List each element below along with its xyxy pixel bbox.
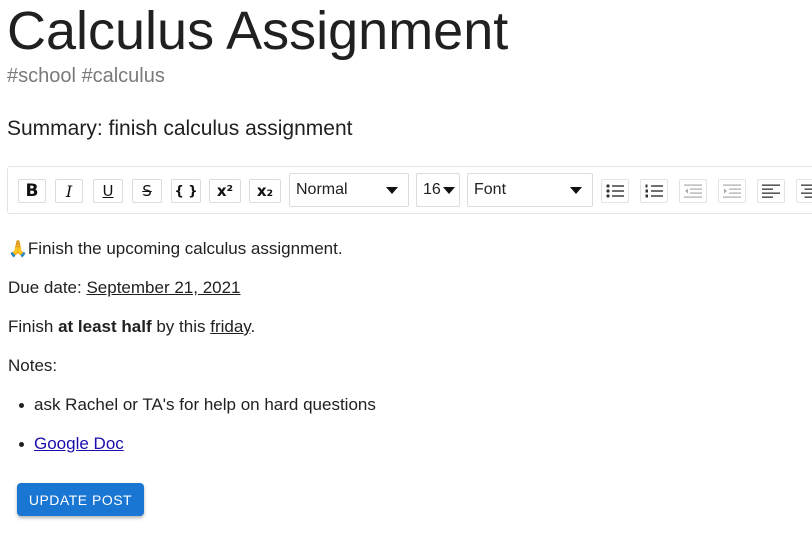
- post-title: Calculus Assignment: [7, 1, 509, 61]
- google-doc-link[interactable]: Google Doc: [34, 434, 124, 453]
- underline-label: U: [102, 182, 114, 200]
- due-date-value: September 21, 2021: [86, 278, 241, 297]
- subscript-label: x₂: [256, 182, 274, 200]
- pray-emoji-icon: 🙏: [8, 239, 28, 258]
- code-button[interactable]: { }: [171, 179, 201, 203]
- intro-text: Finish the upcoming calculus assignment.: [27, 239, 343, 258]
- bold-button[interactable]: B: [18, 179, 46, 203]
- goal-bold: at least half: [58, 317, 152, 336]
- goal-day: friday: [210, 317, 251, 336]
- block-format-value: Normal: [296, 181, 348, 198]
- italic-button[interactable]: I: [55, 179, 83, 203]
- outdent-button[interactable]: [679, 179, 707, 203]
- bullet-list-button[interactable]: [601, 179, 629, 203]
- superscript-button[interactable]: x²: [209, 179, 241, 203]
- bold-label: B: [25, 181, 39, 201]
- indent-icon: [723, 184, 741, 198]
- indent-button[interactable]: [718, 179, 746, 203]
- goal-prefix: Finish: [8, 317, 59, 336]
- numbered-list-icon: [645, 184, 663, 198]
- note-item-help: ask Rachel or TA's for help on hard ques…: [34, 395, 376, 414]
- post-tags: #school #calculus: [7, 65, 165, 87]
- block-format-select[interactable]: Normal: [289, 173, 409, 207]
- due-date-label: Due date:: [8, 278, 87, 297]
- align-left-icon: [762, 184, 780, 198]
- goal-end: .: [250, 317, 256, 336]
- chevron-down-icon: [570, 187, 582, 194]
- notes-label: Notes:: [8, 356, 58, 375]
- font-family-value: Font: [474, 181, 507, 198]
- align-left-button[interactable]: [757, 179, 785, 203]
- body-line-intro: 🙏Finish the upcoming calculus assignment…: [8, 239, 343, 259]
- font-size-value: 16: [423, 181, 441, 198]
- align-center-icon: [801, 184, 812, 198]
- bullet-dot-icon: [19, 403, 24, 408]
- post-summary: Summary: finish calculus assignment: [7, 117, 353, 140]
- font-family-select[interactable]: Font: [467, 173, 593, 207]
- subscript-button[interactable]: x₂: [249, 179, 281, 203]
- update-post-button[interactable]: UPDATE POST: [17, 483, 144, 516]
- code-label: { }: [174, 183, 198, 199]
- strikethrough-label: S: [142, 182, 152, 200]
- bullet-list-icon: [606, 184, 624, 198]
- note-item-doc: Google Doc: [34, 434, 124, 454]
- underline-button[interactable]: U: [93, 179, 123, 203]
- editor-toolbar: B I U S { } x² x₂ Normal 16 Font: [7, 166, 812, 214]
- body-line-goal: Finish at least half by this friday.: [8, 317, 255, 337]
- superscript-label: x²: [216, 182, 234, 200]
- chevron-down-icon: [386, 187, 398, 194]
- bullet-dot-icon: [19, 442, 24, 447]
- align-center-button[interactable]: [796, 179, 812, 203]
- numbered-list-button[interactable]: [640, 179, 668, 203]
- body-line-due-date: Due date: September 21, 2021: [8, 278, 241, 298]
- outdent-icon: [684, 184, 702, 198]
- goal-mid: by this: [151, 317, 211, 336]
- chevron-down-icon: [443, 187, 455, 194]
- italic-label: I: [65, 181, 73, 201]
- strikethrough-button[interactable]: S: [132, 179, 162, 203]
- font-size-select[interactable]: 16: [416, 173, 460, 207]
